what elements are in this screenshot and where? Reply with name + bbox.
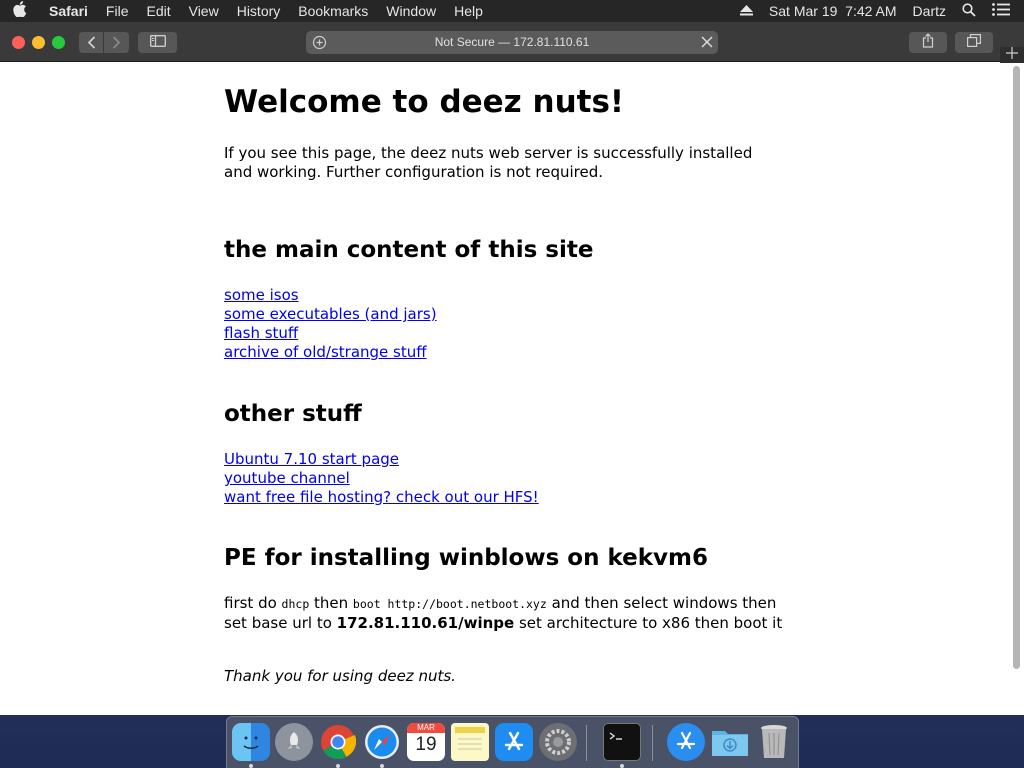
eject-icon[interactable] (739, 3, 753, 19)
link-youtube-channel[interactable]: youtube channel (224, 469, 539, 488)
close-window-button[interactable] (12, 36, 25, 49)
chrome-icon[interactable] (319, 723, 357, 761)
link-ubuntu-start-page[interactable]: Ubuntu 7.10 start page (224, 450, 539, 469)
thanks-message: Thank you for using deez nuts. (224, 667, 456, 685)
clock[interactable]: Sat Mar 19 7:42 AM (769, 3, 897, 19)
system-preferences-icon[interactable] (539, 723, 577, 761)
forward-button[interactable] (104, 32, 129, 53)
back-button[interactable] (79, 32, 104, 53)
menu-file[interactable]: File (97, 0, 138, 22)
web-page-viewport[interactable]: Welcome to deez nuts! If you see this pa… (0, 63, 1024, 715)
notification-center-icon[interactable] (992, 3, 1010, 19)
minimize-window-button[interactable] (32, 36, 45, 49)
downloads-folder-icon[interactable] (711, 723, 749, 761)
code-boot-command: boot http://boot.netboot.xyz (352, 597, 547, 611)
pe-text-1: first do (224, 594, 282, 612)
dock: MAR 19 (226, 716, 799, 768)
dock-separator-2 (652, 725, 653, 761)
pe-instructions: first do dhcp then boot http://boot.netb… (224, 594, 784, 633)
menu-bar: Safari File Edit View History Bookmarks … (0, 0, 1024, 22)
stop-loading-icon[interactable] (700, 35, 714, 54)
address-url-text: Not Secure — 172.81.110.61 (434, 35, 590, 49)
launchpad-icon[interactable] (275, 723, 313, 761)
menu-window[interactable]: Window (377, 0, 445, 22)
page-title: Welcome to deez nuts! (224, 84, 625, 120)
link-flash-stuff[interactable]: flash stuff (224, 324, 437, 343)
menu-app-safari[interactable]: Safari (40, 0, 97, 22)
calendar-day: 19 (415, 734, 437, 755)
address-bar[interactable]: Not Secure — 172.81.110.61 (306, 31, 718, 54)
vertical-scrollbar[interactable] (1013, 66, 1020, 669)
safari-window: Not Secure — 172.81.110.61 Welcome to de… (0, 22, 1024, 715)
chrome-running-indicator (336, 764, 340, 768)
user-menu[interactable]: Dartz (913, 3, 946, 19)
share-button[interactable] (909, 32, 947, 53)
code-dhcp: dhcp (281, 597, 310, 611)
other-stuff-heading: other stuff (224, 401, 362, 427)
link-some-isos[interactable]: some isos (224, 286, 437, 305)
calendar-icon[interactable]: MAR 19 (407, 723, 445, 761)
applications-folder-icon[interactable] (667, 723, 705, 761)
menu-help[interactable]: Help (445, 0, 492, 22)
pe-text-4: set architecture to x86 then boot it (514, 614, 783, 632)
menu-bookmarks[interactable]: Bookmarks (289, 0, 377, 22)
new-tab-button[interactable] (1000, 47, 1024, 63)
main-content-links: some isos some executables (and jars) fl… (224, 286, 437, 362)
show-tabs-button[interactable] (955, 32, 993, 53)
other-stuff-links: Ubuntu 7.10 start page youtube channel w… (224, 450, 539, 507)
safari-icon[interactable] (363, 723, 401, 761)
pe-text-2: then (309, 594, 353, 612)
trash-icon[interactable] (755, 723, 793, 761)
navigation-buttons (79, 32, 129, 53)
apple-menu-icon[interactable] (0, 1, 40, 21)
plus-icon (1006, 46, 1018, 64)
terminal-icon[interactable] (603, 723, 641, 761)
safari-running-indicator (380, 764, 384, 768)
link-hfs-hosting[interactable]: want free file hosting? check out our HF… (224, 488, 539, 507)
finder-icon[interactable] (232, 723, 270, 761)
calendar-month: MAR (407, 723, 445, 733)
sidebar-icon (149, 34, 166, 52)
share-icon (922, 32, 934, 53)
spotlight-search-icon[interactable] (962, 2, 976, 20)
terminal-running-indicator (620, 764, 624, 768)
notes-icon[interactable] (451, 723, 489, 761)
fullscreen-window-button[interactable] (52, 36, 65, 49)
main-content-heading: the main content of this site (224, 237, 594, 263)
intro-paragraph: If you see this page, the deez nuts web … (224, 144, 753, 181)
link-executables[interactable]: some executables (and jars) (224, 305, 437, 324)
menu-history[interactable]: History (228, 0, 290, 22)
browser-toolbar: Not Secure — 172.81.110.61 (0, 22, 1024, 63)
pe-heading: PE for installing winblows on kekvm6 (224, 545, 709, 571)
link-archive[interactable]: archive of old/strange stuff (224, 343, 437, 362)
menu-edit[interactable]: Edit (137, 0, 179, 22)
tabs-overview-icon (967, 33, 981, 52)
dock-separator (586, 725, 587, 761)
finder-running-indicator (249, 764, 253, 768)
menu-view[interactable]: View (180, 0, 228, 22)
base-url-bold: 172.81.110.61/winpe (336, 614, 515, 632)
sidebar-toggle-button[interactable] (138, 32, 177, 53)
app-store-icon[interactable] (495, 723, 533, 761)
